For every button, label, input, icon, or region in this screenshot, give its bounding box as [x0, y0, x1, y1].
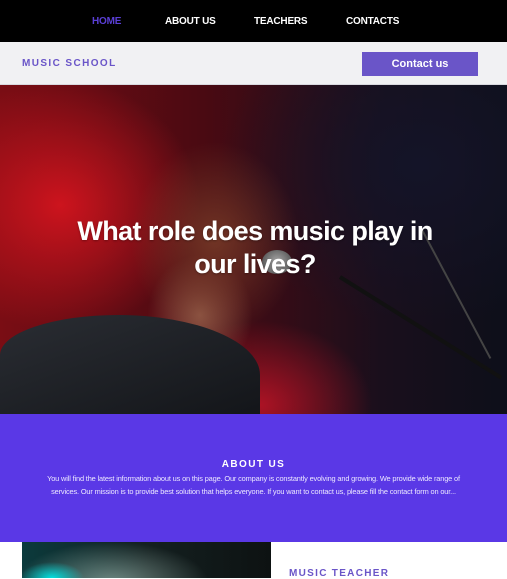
about-title: ABOUT US [221, 459, 286, 470]
contact-us-button[interactable]: Contact us [362, 52, 478, 76]
nav-item-home[interactable]: HOME [92, 16, 121, 27]
hero-banner: What role does music play in our lives? [0, 85, 507, 414]
about-text: You will find the latest information abo… [47, 474, 460, 496]
nav-item-contacts[interactable]: CONTACTS [346, 16, 399, 27]
hero-title: What role does music play in our lives? [77, 216, 433, 279]
brand-logo-text[interactable]: MUSIC SCHOOL [22, 58, 117, 69]
about-section: ABOUT US You will find the latest inform… [0, 414, 507, 542]
hero-image-singer [0, 315, 260, 414]
teacher-title: MUSIC TEACHER [289, 568, 390, 579]
hero-image-mic-stand [338, 275, 503, 380]
teacher-image [22, 542, 271, 578]
top-navigation: HOME ABOUT US TEACHERS CONTACTS [0, 0, 507, 42]
nav-item-teachers[interactable]: TEACHERS [254, 16, 308, 27]
nav-item-about-us[interactable]: ABOUT US [165, 16, 216, 27]
site-header: MUSIC SCHOOL Contact us [0, 42, 507, 85]
